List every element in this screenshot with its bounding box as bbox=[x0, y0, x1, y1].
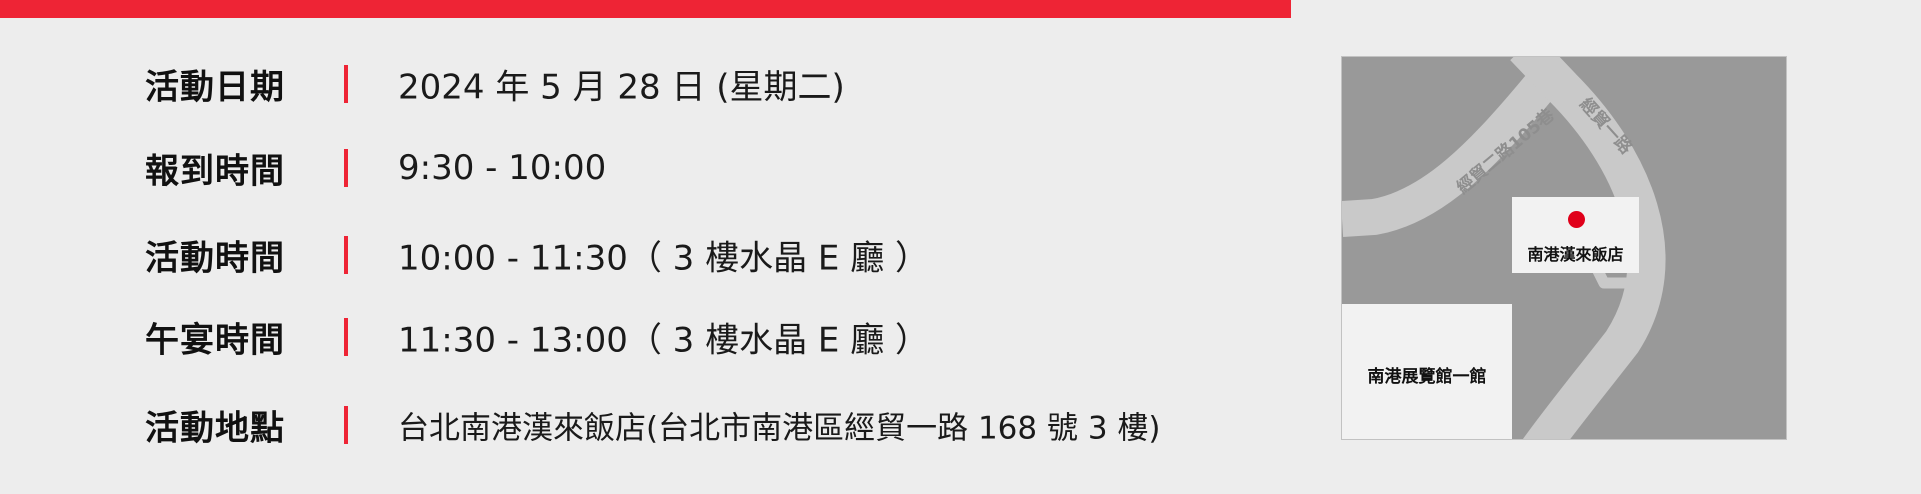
row-divider bbox=[344, 318, 348, 356]
row-divider bbox=[344, 236, 348, 274]
location-pin-icon bbox=[1568, 211, 1585, 228]
info-row-lunch: 午宴時間 11:30 - 13:00（ 3 樓水晶 E 廳 ） bbox=[0, 307, 1280, 367]
date-label: 活動日期 bbox=[145, 67, 285, 108]
info-row-event-time: 活動時間 10:00 - 11:30（ 3 樓水晶 E 廳 ） bbox=[0, 225, 1280, 285]
row-divider bbox=[344, 65, 348, 103]
venue-value: 台北南港漢來飯店(台北市南港區經貿一路 168 號 3 樓) bbox=[398, 410, 1161, 447]
info-row-checkin: 報到時間 9:30 - 10:00 bbox=[0, 138, 1280, 198]
date-value: 2024 年 5 月 28 日 (星期二) bbox=[398, 67, 845, 108]
checkin-label: 報到時間 bbox=[145, 151, 285, 192]
location-map: 經貿二路105巷 經貿一路 南港漢來飯店 南港展覽館一館 bbox=[1341, 56, 1787, 440]
row-divider bbox=[344, 149, 348, 187]
info-row-venue: 活動地點 台北南港漢來飯店(台北市南港區經貿一路 168 號 3 樓) bbox=[0, 395, 1280, 455]
hotel-label: 南港漢來飯店 bbox=[1527, 245, 1624, 264]
checkin-value: 9:30 - 10:00 bbox=[398, 148, 607, 188]
info-row-date: 活動日期 2024 年 5 月 28 日 (星期二) bbox=[0, 54, 1280, 114]
event-time-value: 10:00 - 11:30（ 3 樓水晶 E 廳 ） bbox=[398, 238, 930, 279]
hall-label: 南港展覽館一館 bbox=[1367, 367, 1487, 387]
row-divider bbox=[344, 406, 348, 444]
lunch-value: 11:30 - 13:00（ 3 樓水晶 E 廳 ） bbox=[398, 320, 930, 361]
top-accent-bar bbox=[0, 0, 1291, 18]
event-time-label: 活動時間 bbox=[145, 238, 285, 279]
lunch-label: 午宴時間 bbox=[145, 320, 285, 361]
hotel-marker: 南港漢來飯店 bbox=[1512, 197, 1639, 273]
exhibition-hall-block: 南港展覽館一館 bbox=[1342, 304, 1512, 439]
venue-label: 活動地點 bbox=[145, 408, 285, 449]
